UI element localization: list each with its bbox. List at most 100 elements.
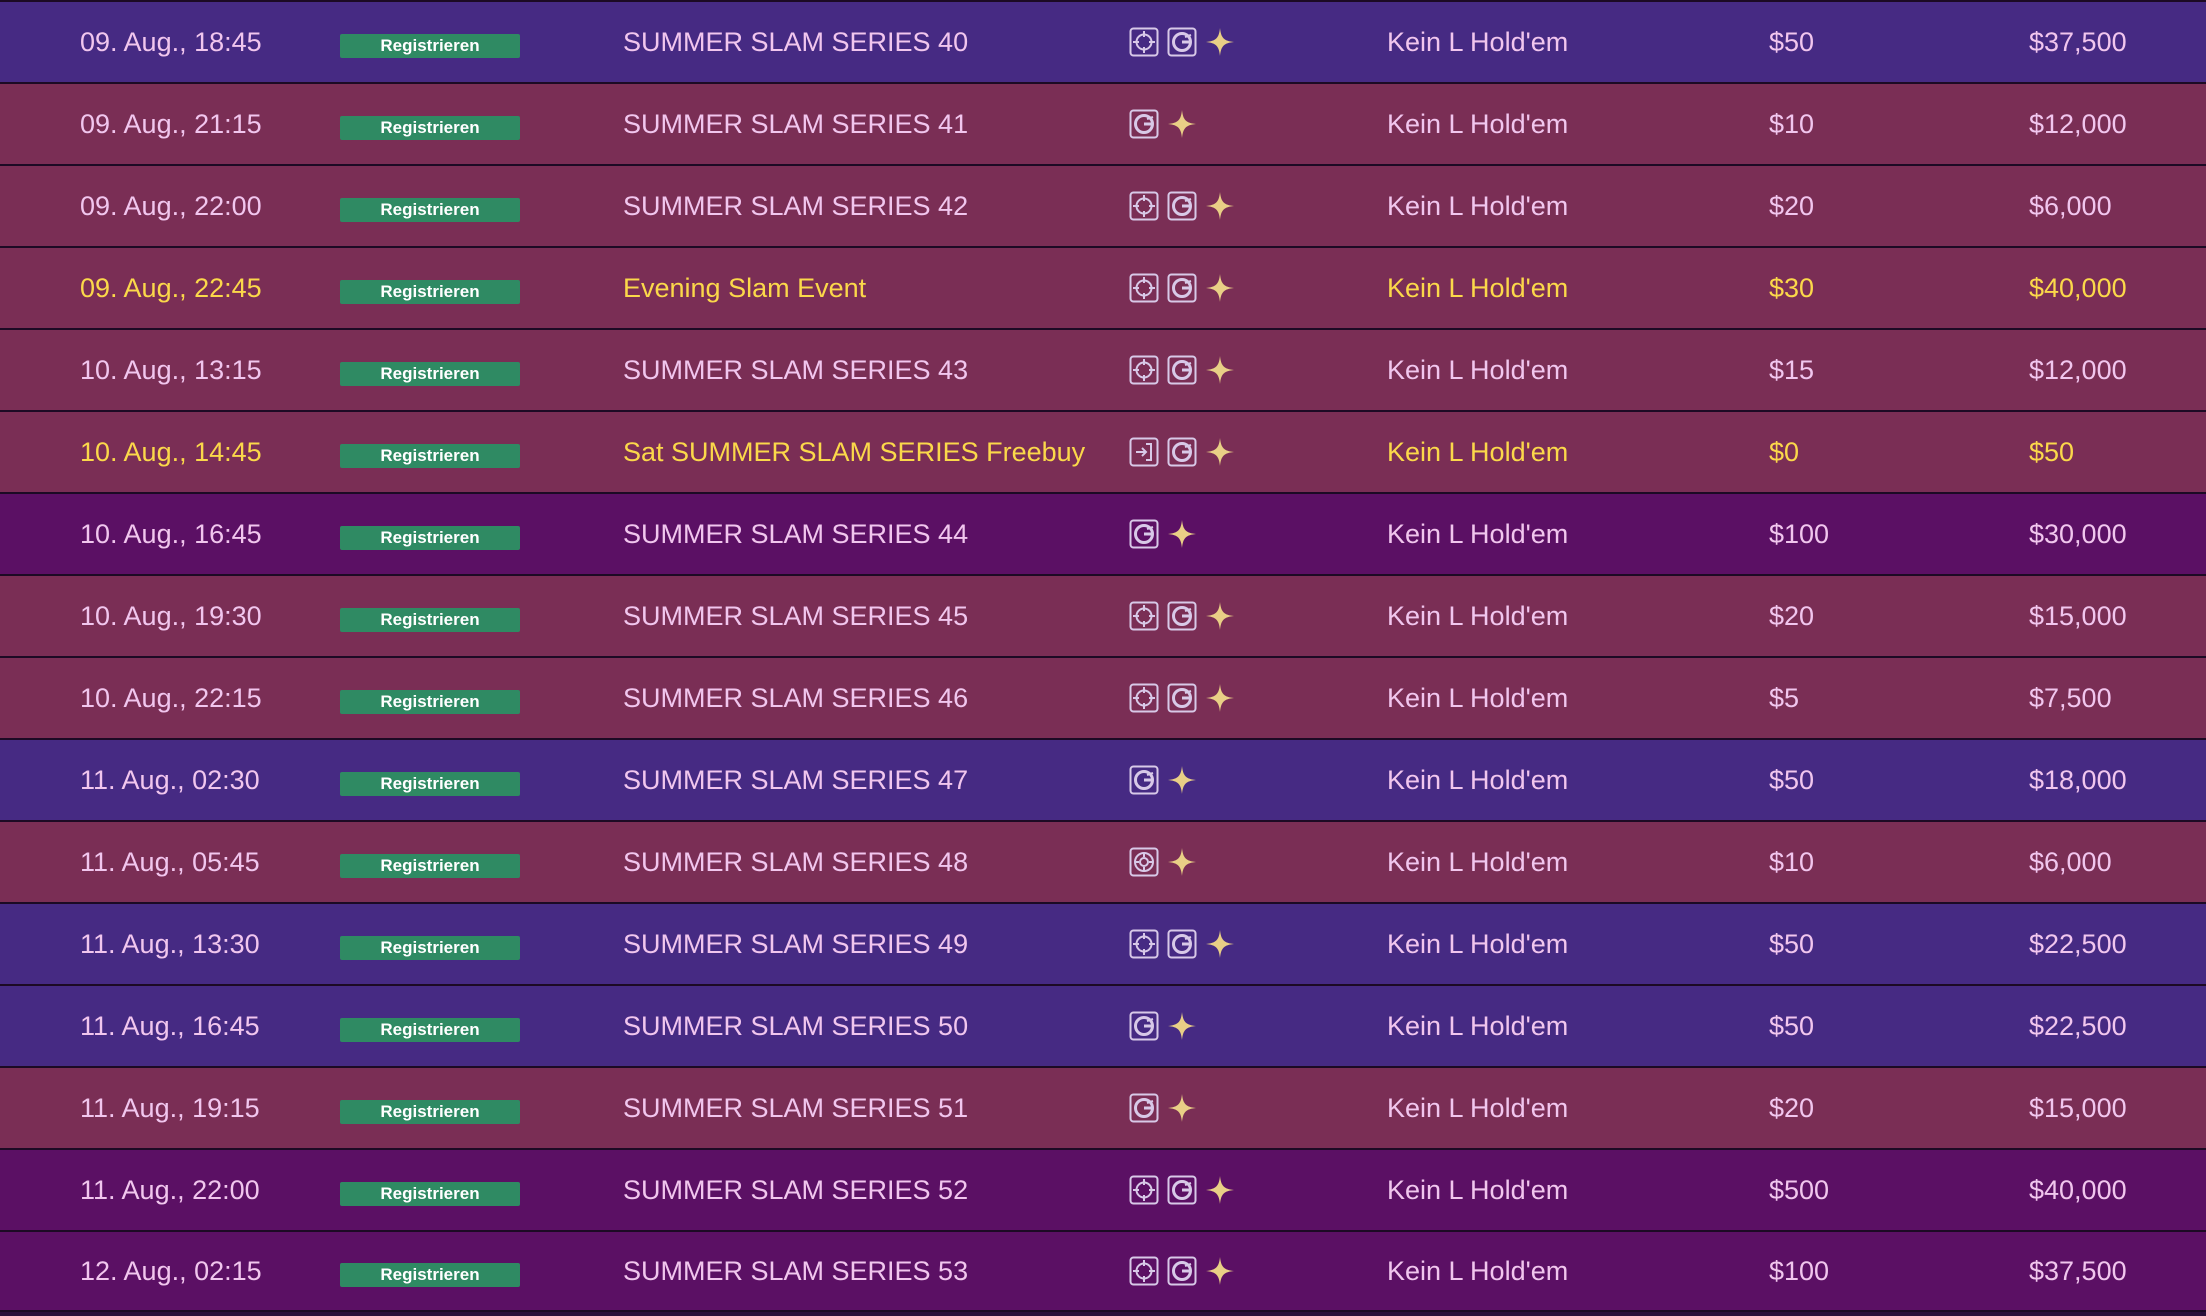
turbo-g-icon	[1166, 682, 1198, 714]
tournament-name[interactable]: SUMMER SLAM SERIES 44	[623, 519, 968, 550]
tournament-name[interactable]: SUMMER SLAM SERIES 52	[623, 1175, 968, 1206]
register-button[interactable]: Registrieren	[340, 279, 520, 304]
tournament-name[interactable]: SUMMER SLAM SERIES 43	[623, 355, 968, 386]
register-button[interactable]: Registrieren	[340, 115, 520, 140]
tournament-feature-icons	[1128, 272, 1236, 304]
sparkle-icon	[1204, 600, 1236, 632]
table-row[interactable]: 11. Aug., 05:45 Registrieren SUMMER SLAM S…	[0, 820, 2206, 902]
turbo-g-icon	[1128, 518, 1160, 550]
game-type: Kein L Hold'em	[1387, 518, 1569, 549]
tournament-start-time: 11. Aug., 02:30	[80, 764, 260, 795]
tournament-name[interactable]: SUMMER SLAM SERIES 46	[623, 683, 968, 714]
tournament-name[interactable]: SUMMER SLAM SERIES 47	[623, 765, 968, 796]
sparkle-icon	[1204, 26, 1236, 58]
sparkle-icon	[1204, 272, 1236, 304]
turbo-g-icon	[1166, 600, 1198, 632]
prize-pool: $40,000	[2029, 272, 2127, 303]
tournament-start-time: 11. Aug., 22:00	[80, 1174, 260, 1205]
table-row[interactable]: 09. Aug., 21:15 Registrieren SUMMER SLAM S…	[0, 82, 2206, 164]
tournament-name[interactable]: SUMMER SLAM SERIES 40	[623, 27, 968, 58]
tournament-start-time: 11. Aug., 19:15	[80, 1092, 260, 1123]
turbo-g-icon	[1166, 354, 1198, 386]
register-button[interactable]: Registrieren	[340, 935, 520, 960]
tournament-name[interactable]: SUMMER SLAM SERIES 45	[623, 601, 968, 632]
register-button[interactable]: Registrieren	[340, 197, 520, 222]
prize-pool: $15,000	[2029, 600, 2127, 631]
crosshair-icon	[1128, 26, 1160, 58]
tournament-start-time: 09. Aug., 18:45	[80, 26, 262, 57]
table-row[interactable]: 09. Aug., 22:45 Registrieren Evening Slam …	[0, 246, 2206, 328]
table-row[interactable]: 09. Aug., 18:45 Registrieren SUMMER SLAM S…	[0, 0, 2206, 82]
register-button[interactable]: Registrieren	[340, 1181, 520, 1206]
register-button[interactable]: Registrieren	[340, 525, 520, 550]
sparkle-icon	[1166, 1010, 1198, 1042]
tournament-name[interactable]: SUMMER SLAM SERIES 51	[623, 1093, 968, 1124]
table-row[interactable]: 10. Aug., 14:45 Registrieren Sat SUMMER SL…	[0, 410, 2206, 492]
tournament-start-time: 11. Aug., 16:45	[80, 1010, 260, 1041]
tournament-start-time: 10. Aug., 22:15	[80, 682, 262, 713]
register-button[interactable]: Registrieren	[340, 443, 520, 468]
buy-in: $100	[1769, 1255, 1830, 1286]
prize-pool: $30,000	[2029, 518, 2127, 549]
tournament-name[interactable]: SUMMER SLAM SERIES 42	[623, 191, 968, 222]
tournament-name[interactable]: SUMMER SLAM SERIES 53	[623, 1256, 968, 1287]
game-type: Kein L Hold'em	[1387, 928, 1569, 959]
register-button[interactable]: Registrieren	[340, 607, 520, 632]
buy-in: $30	[1769, 272, 1815, 303]
table-row[interactable]: 11. Aug., 19:15 Registrieren SUMMER SLAM S…	[0, 1066, 2206, 1148]
buy-in: $20	[1769, 1092, 1815, 1123]
tournament-feature-icons	[1128, 190, 1236, 222]
prize-pool: $37,500	[2029, 1255, 2127, 1286]
register-button[interactable]: Registrieren	[340, 853, 520, 878]
table-row[interactable]: 10. Aug., 13:15 Registrieren SUMMER SLAM S…	[0, 328, 2206, 410]
enter-icon	[1128, 436, 1160, 468]
table-row[interactable]: 10. Aug., 19:30 Registrieren SUMMER SLAM S…	[0, 574, 2206, 656]
tournament-start-time: 09. Aug., 21:15	[80, 108, 262, 139]
table-row[interactable]: 10. Aug., 16:45 Registrieren SUMMER SLAM S…	[0, 492, 2206, 574]
register-button[interactable]: Registrieren	[340, 1017, 520, 1042]
tournament-name[interactable]: SUMMER SLAM SERIES 48	[623, 847, 968, 878]
tournament-name[interactable]: SUMMER SLAM SERIES 49	[623, 929, 968, 960]
table-row[interactable]: 11. Aug., 16:45 Registrieren SUMMER SLAM S…	[0, 984, 2206, 1066]
register-button[interactable]: Registrieren	[340, 1262, 520, 1287]
table-row[interactable]: 09. Aug., 22:00 Registrieren SUMMER SLAM S…	[0, 164, 2206, 246]
table-row[interactable]: 10. Aug., 22:15 Registrieren SUMMER SLAM S…	[0, 656, 2206, 738]
register-button[interactable]: Registrieren	[340, 361, 520, 386]
sparkle-icon	[1204, 1174, 1236, 1206]
sparkle-icon	[1204, 928, 1236, 960]
buy-in: $5	[1769, 682, 1800, 713]
game-type: Kein L Hold'em	[1387, 436, 1569, 467]
register-cell: Registrieren	[340, 27, 520, 58]
game-type: Kein L Hold'em	[1387, 354, 1569, 385]
register-cell: Registrieren	[340, 1093, 520, 1124]
buy-in: $20	[1769, 190, 1815, 221]
table-row[interactable]: 11. Aug., 22:00 Registrieren SUMMER SLAM S…	[0, 1148, 2206, 1230]
table-row[interactable]: 11. Aug., 13:30 Registrieren SUMMER SLAM S…	[0, 902, 2206, 984]
crosshair-icon	[1128, 272, 1160, 304]
register-button[interactable]: Registrieren	[340, 689, 520, 714]
tournament-name[interactable]: SUMMER SLAM SERIES 50	[623, 1011, 968, 1042]
table-row[interactable]: 12. Aug., 02:15 Registrieren SUMMER SLAM S…	[0, 1230, 2206, 1312]
game-type: Kein L Hold'em	[1387, 764, 1569, 795]
table-row[interactable]: 11. Aug., 02:30 Registrieren SUMMER SLAM S…	[0, 738, 2206, 820]
sparkle-icon	[1166, 108, 1198, 140]
prize-pool: $7,500	[2029, 682, 2112, 713]
turbo-g-icon	[1166, 190, 1198, 222]
buy-in: $10	[1769, 108, 1815, 139]
tournament-name[interactable]: Evening Slam Event	[623, 273, 866, 304]
game-type: Kein L Hold'em	[1387, 846, 1569, 877]
sparkle-icon	[1204, 682, 1236, 714]
register-button[interactable]: Registrieren	[340, 771, 520, 796]
register-button[interactable]: Registrieren	[340, 33, 520, 58]
register-button[interactable]: Registrieren	[340, 1099, 520, 1124]
tournament-start-time: 09. Aug., 22:45	[80, 272, 262, 303]
prize-pool: $50	[2029, 436, 2075, 467]
game-type: Kein L Hold'em	[1387, 272, 1569, 303]
game-type: Kein L Hold'em	[1387, 26, 1569, 57]
tournament-name[interactable]: SUMMER SLAM SERIES 41	[623, 109, 968, 140]
crosshair-icon	[1128, 928, 1160, 960]
tournament-start-time: 09. Aug., 22:00	[80, 190, 262, 221]
tournament-name[interactable]: Sat SUMMER SLAM SERIES Freebuy	[623, 437, 1085, 468]
tournament-start-time: 10. Aug., 13:15	[80, 354, 262, 385]
prize-pool: $15,000	[2029, 1092, 2127, 1123]
